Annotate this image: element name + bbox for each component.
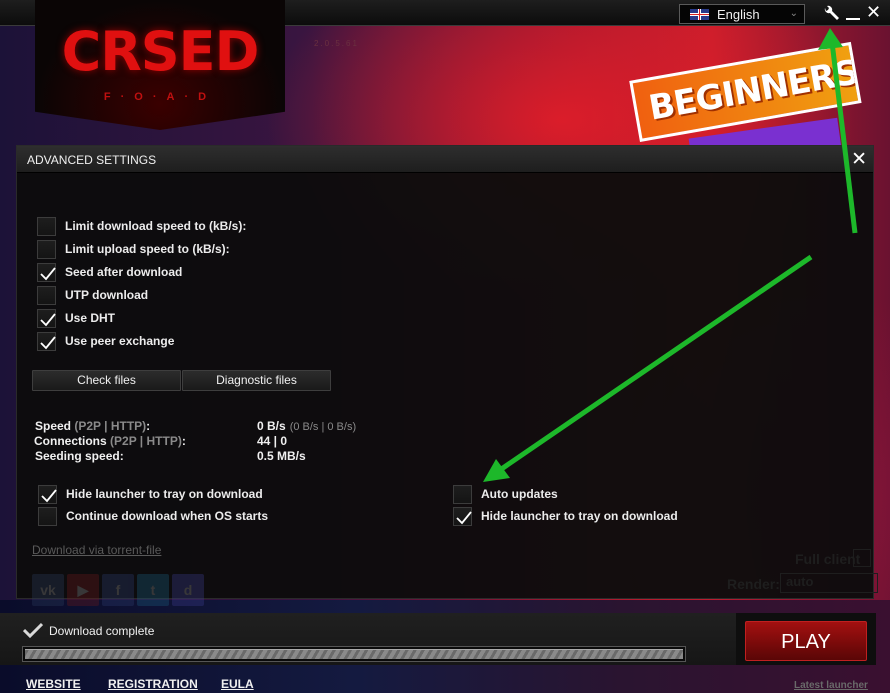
website-link[interactable]: WEBSITE: [26, 677, 81, 691]
dialog-header: ADVANCED SETTINGS ✕: [17, 146, 873, 173]
connections-value: 44 | 0: [257, 434, 288, 448]
registration-link[interactable]: REGISTRATION: [108, 677, 198, 691]
logo: CRSED: [61, 20, 260, 83]
checkbox[interactable]: [38, 506, 57, 526]
ghost-full-client-label: Full client: [795, 551, 861, 567]
ghost-render-select: auto: [780, 573, 878, 593]
option-label: Hide launcher to tray on download: [66, 487, 263, 501]
option-peer-exchange[interactable]: Use peer exchange: [37, 331, 174, 351]
vk-icon[interactable]: vk: [32, 574, 64, 606]
play-button[interactable]: PLAY: [745, 621, 867, 661]
advanced-settings-dialog: ADVANCED SETTINGS ✕ Full client Render: …: [16, 145, 878, 606]
option-use-dht[interactable]: Use DHT: [37, 308, 115, 328]
option-continue-on-os-start[interactable]: Continue download when OS starts: [38, 506, 268, 526]
eula-link[interactable]: EULA: [221, 677, 254, 691]
option-limit-upload[interactable]: Limit upload speed to (kB/s):: [37, 239, 230, 259]
ghost-render-label: Render:: [727, 576, 780, 592]
checkbox[interactable]: [453, 506, 472, 526]
checkbox[interactable]: [37, 239, 56, 259]
check-icon: [41, 488, 57, 502]
option-label: Limit upload speed to (kB/s):: [65, 242, 230, 256]
dialog-title: ADVANCED SETTINGS: [27, 153, 157, 167]
download-progress-bar: [22, 646, 686, 662]
check-files-button[interactable]: Check files: [32, 370, 181, 391]
language-select[interactable]: English ⌄: [679, 4, 805, 24]
check-icon: [40, 266, 56, 280]
option-hide-to-tray-left[interactable]: Hide launcher to tray on download: [38, 484, 263, 504]
seeding-speed-value: 0.5 MB/s: [257, 449, 306, 463]
check-icon: [40, 312, 56, 326]
latest-launcher-link[interactable]: Latest launcher: [794, 680, 868, 691]
option-label: Limit download speed to (kB/s):: [65, 219, 247, 233]
option-label: Seed after download: [65, 265, 183, 279]
option-label: Use peer exchange: [65, 334, 175, 348]
check-icon: [40, 335, 56, 349]
flag-icon: [690, 8, 709, 20]
chevron-down-icon: ⌄: [789, 8, 798, 19]
minimize-button[interactable]: [846, 4, 860, 22]
discord-icon[interactable]: d: [172, 574, 204, 606]
facebook-icon[interactable]: f: [102, 574, 134, 606]
torrent-file-link[interactable]: Download via torrent-file: [32, 543, 161, 557]
wrench-icon[interactable]: [822, 5, 840, 23]
twitter-icon[interactable]: t: [137, 574, 169, 606]
checkbox[interactable]: [38, 484, 57, 504]
option-label: Continue download when OS starts: [66, 509, 269, 523]
checkbox[interactable]: [37, 216, 56, 236]
connections-label: Connections (P2P | HTTP):: [34, 434, 186, 448]
option-limit-download[interactable]: Limit download speed to (kB/s):: [37, 216, 246, 236]
option-label: UTP download: [65, 288, 149, 302]
speed-value: 0 B/s (0 B/s | 0 B/s): [257, 419, 357, 433]
progress-fill: [25, 649, 683, 659]
checkbox[interactable]: [37, 285, 56, 305]
checkbox[interactable]: [37, 308, 56, 328]
option-utp-download[interactable]: UTP download: [37, 285, 148, 305]
option-label: Auto updates: [481, 487, 558, 501]
speed-label: Speed (P2P | HTTP):: [35, 419, 151, 433]
close-window-button[interactable]: ✕: [866, 3, 881, 21]
download-status-text: Download complete: [49, 624, 155, 638]
seeding-speed-label: Seeding speed:: [35, 449, 124, 463]
version-label: 2.0.5.61: [314, 39, 359, 48]
option-label: Use DHT: [65, 311, 116, 325]
checkbox[interactable]: [453, 484, 472, 504]
option-auto-updates[interactable]: Auto updates: [453, 484, 558, 504]
language-label: English: [717, 6, 760, 22]
option-seed-after-download[interactable]: Seed after download: [37, 262, 182, 282]
option-label: Hide launcher to tray on download: [481, 509, 678, 523]
diagnostic-files-button[interactable]: Diagnostic files: [182, 370, 331, 391]
check-icon: [456, 510, 472, 524]
option-hide-to-tray-right[interactable]: Hide launcher to tray on download: [453, 506, 678, 526]
youtube-icon[interactable]: ▶: [67, 574, 99, 606]
checkbox[interactable]: [37, 331, 56, 351]
ghost-full-client-checkbox: [853, 549, 871, 567]
checkmark-icon: [23, 622, 43, 638]
dialog-close-button[interactable]: ✕: [851, 148, 867, 171]
logo-subtitle: F·O·A·D: [103, 91, 217, 103]
checkbox[interactable]: [37, 262, 56, 282]
